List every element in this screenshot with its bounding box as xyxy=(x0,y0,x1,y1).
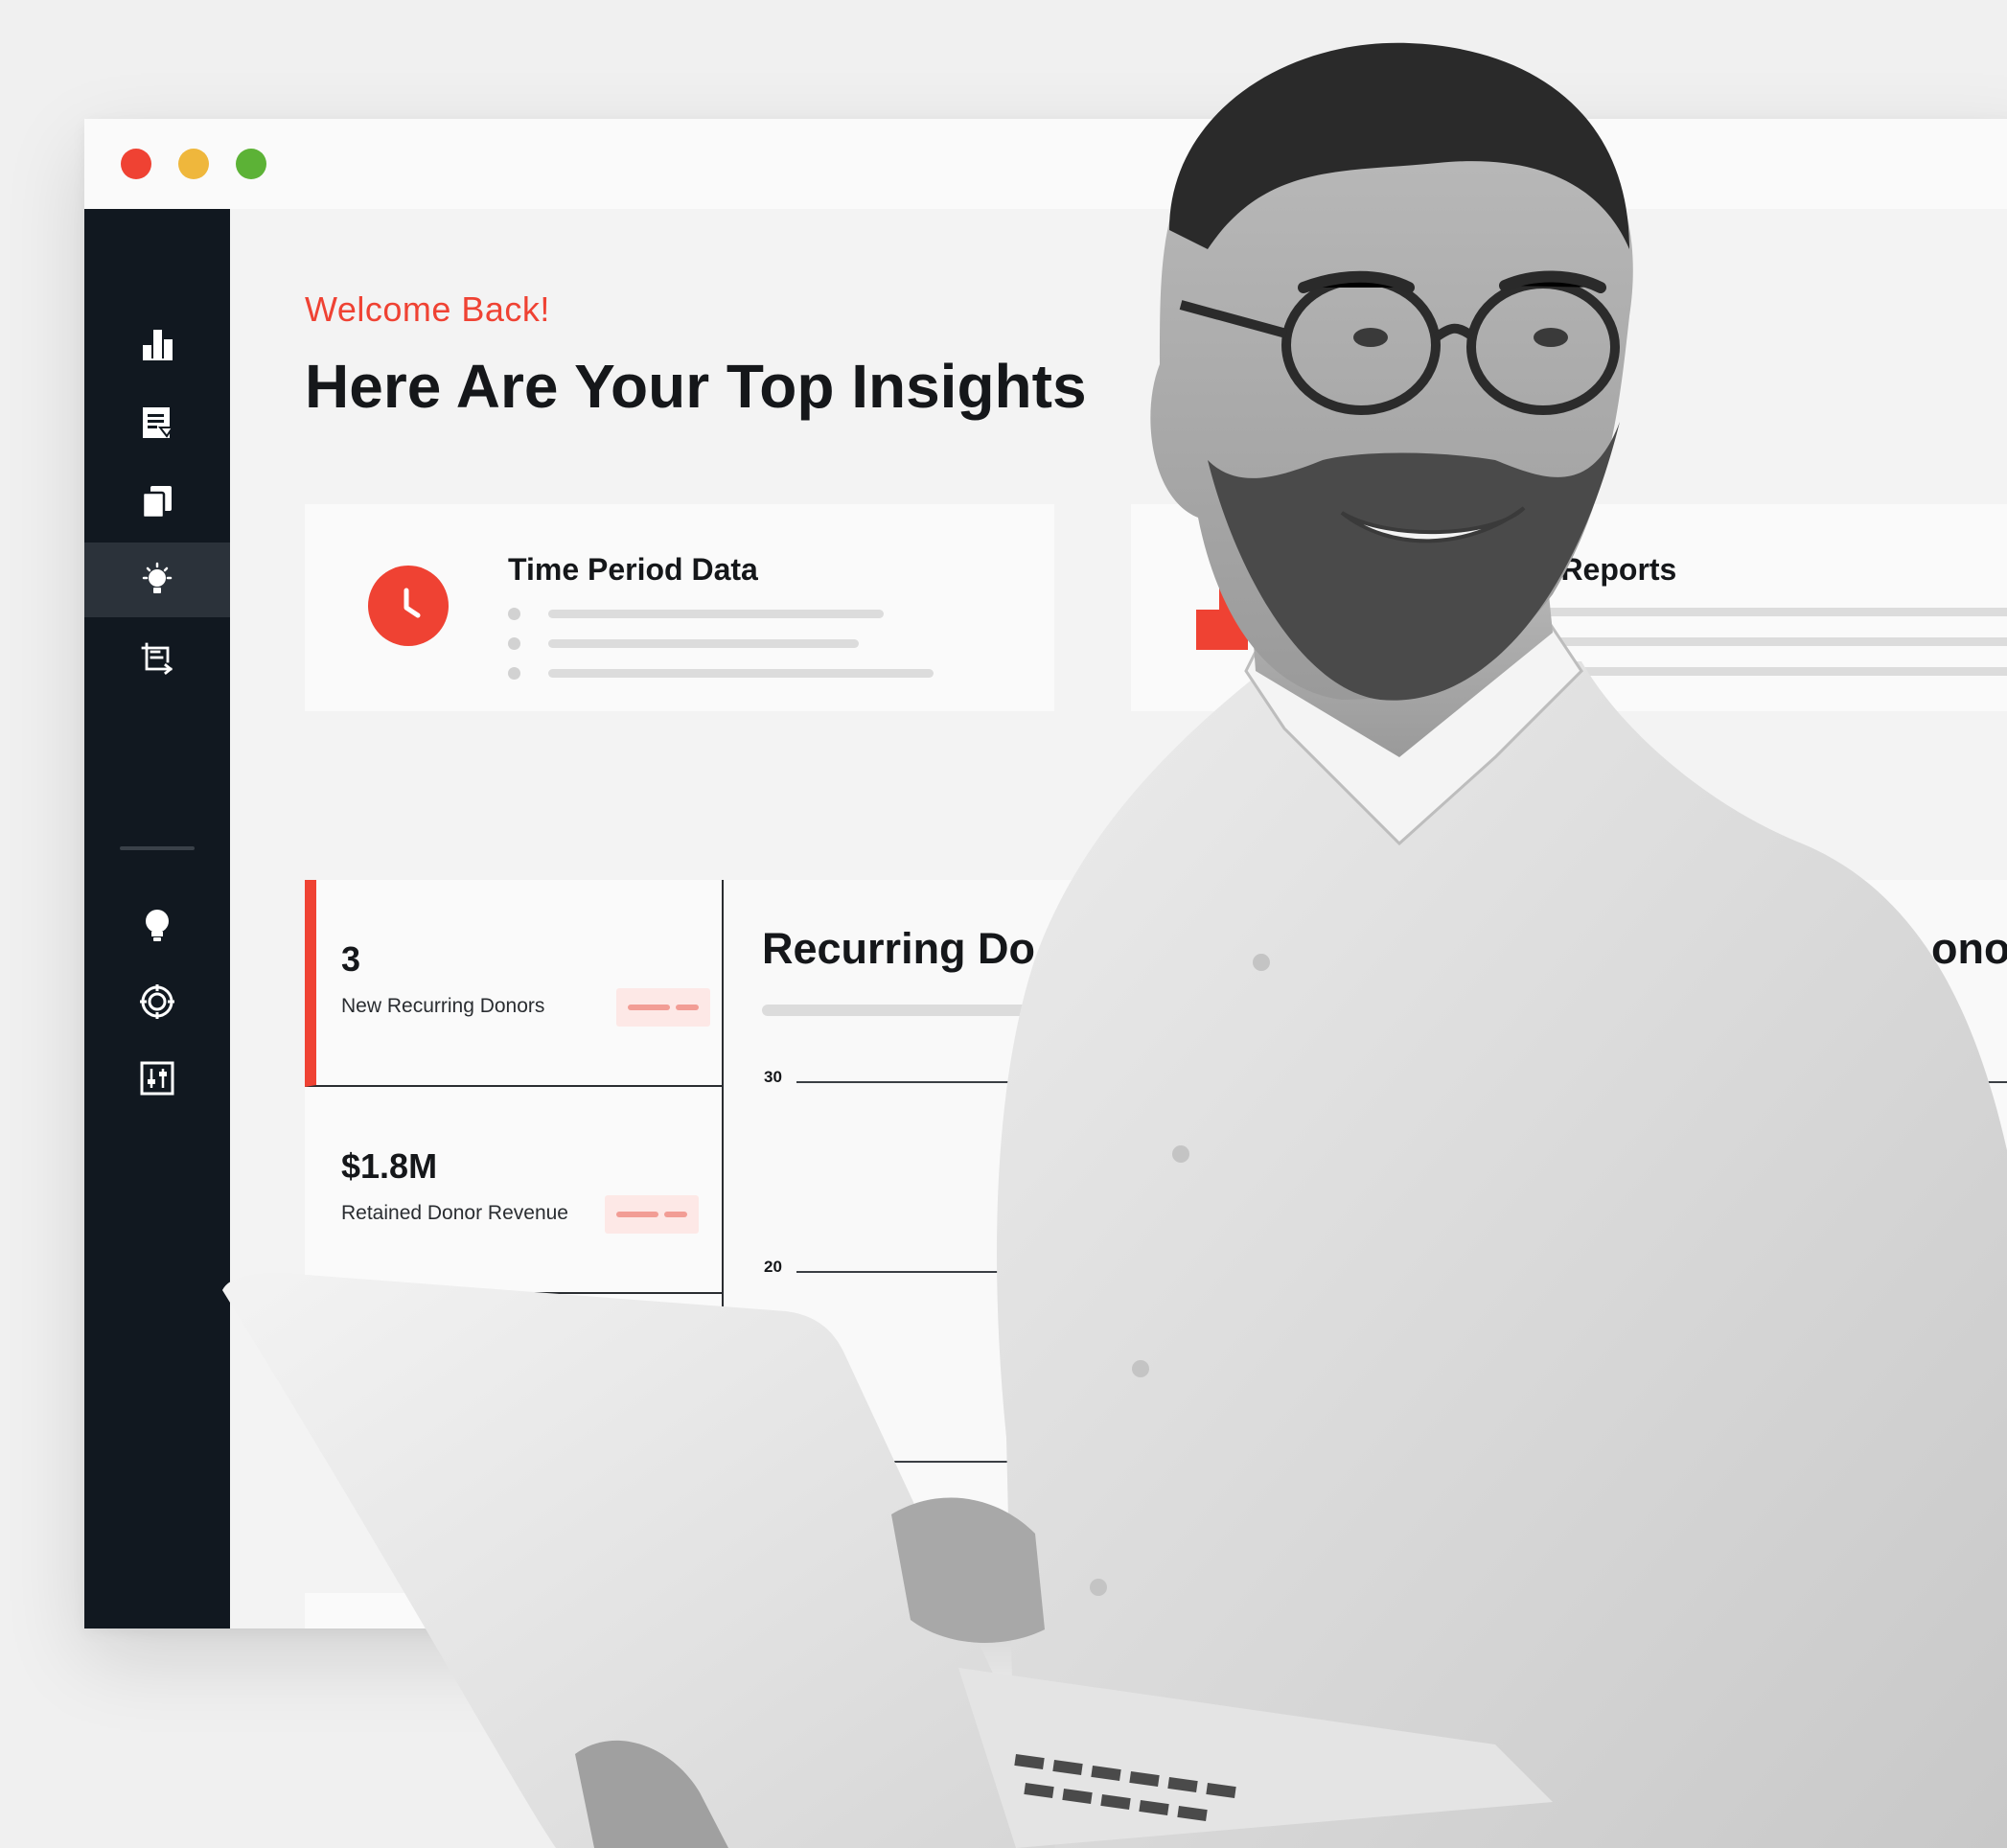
metrics-list: 3 New Recurring Donors $1.8M Retained Do… xyxy=(305,880,724,1629)
sidebar xyxy=(84,209,230,1629)
placeholder-line xyxy=(1534,637,2007,646)
y-tick-label: 30 xyxy=(764,1068,782,1086)
sidebar-item-targets[interactable] xyxy=(84,964,230,1039)
metric-third[interactable]: $2M xyxy=(305,1294,724,1409)
metric-new-recurring-donors[interactable]: 3 New Recurring Donors xyxy=(305,880,724,1087)
list-bullet xyxy=(508,608,520,620)
placeholder-line xyxy=(548,669,934,678)
list-bullet xyxy=(508,637,520,650)
page-title: Here Are Your Top Insights xyxy=(305,352,1087,421)
panel-footer-strip xyxy=(805,1537,2007,1564)
sidebar-item-insights[interactable] xyxy=(84,543,230,617)
time-period-card[interactable]: Time Period Data xyxy=(305,504,1054,711)
gridline xyxy=(796,1081,2007,1083)
sidebar-item-ideas[interactable] xyxy=(84,888,230,962)
reports-card[interactable]: d Reports xyxy=(1131,504,2007,711)
sidebar-item-transfers[interactable] xyxy=(84,621,230,696)
report-document-icon xyxy=(143,407,174,438)
recurring-donors-chart: Recurring Do onors 30 20 xyxy=(724,880,2007,1551)
metric-label: Retained Donor Revenue xyxy=(341,1202,568,1224)
metric-value: $1.8M xyxy=(341,1146,438,1186)
sidebar-item-documents[interactable] xyxy=(84,464,230,539)
sidebar-item-reports[interactable] xyxy=(84,385,230,460)
maximize-window-button[interactable] xyxy=(236,149,266,179)
gridline xyxy=(796,1271,2007,1273)
card-title: d Reports xyxy=(1534,552,1677,587)
lower-panel xyxy=(305,1593,2007,1629)
y-tick-label: 20 xyxy=(764,1258,782,1276)
sidebar-divider xyxy=(120,846,195,850)
title-bar xyxy=(84,119,2007,209)
transfer-icon xyxy=(141,642,173,675)
sidebar-item-dashboard[interactable] xyxy=(84,307,230,381)
metric-value: $2M xyxy=(341,1353,409,1393)
placeholder-line xyxy=(1534,667,2007,676)
lightbulb-icon xyxy=(146,910,169,941)
metric-label: New Recurring Donors xyxy=(341,995,545,1017)
sidebar-item-settings[interactable] xyxy=(84,1041,230,1116)
placeholder-line xyxy=(1534,608,2007,616)
bar-chart-icon xyxy=(143,330,173,360)
metric-value: 3 xyxy=(341,939,361,979)
minimize-window-button[interactable] xyxy=(178,149,209,179)
chart-title-right: onors xyxy=(1931,924,2007,973)
trend-indicator xyxy=(605,1195,699,1234)
report-chart-icon xyxy=(1196,569,1248,650)
placeholder-line xyxy=(548,610,884,618)
chart-bar-dark xyxy=(2001,1259,2007,1629)
chart-subtitle-placeholder xyxy=(762,1005,1260,1016)
list-bullet xyxy=(508,667,520,680)
clock-icon xyxy=(368,566,449,646)
lightbulb-sun-icon xyxy=(142,562,173,593)
gridline xyxy=(796,1461,2007,1463)
close-window-button[interactable] xyxy=(121,149,151,179)
copy-documents-icon xyxy=(141,486,172,520)
app-window: Welcome Back! Here Are Your Top Insights… xyxy=(84,119,2007,1629)
trend-indicator xyxy=(616,988,710,1027)
main-content: Welcome Back! Here Are Your Top Insights… xyxy=(230,209,2007,1629)
metric-retained-donor-revenue[interactable]: $1.8M Retained Donor Revenue xyxy=(305,1087,724,1294)
placeholder-line xyxy=(548,639,859,648)
card-title: Time Period Data xyxy=(508,552,758,587)
target-icon xyxy=(140,984,174,1019)
controls-panel-icon xyxy=(140,1061,174,1096)
welcome-text: Welcome Back! xyxy=(305,289,550,329)
chart-title: Recurring Do xyxy=(762,924,1036,973)
